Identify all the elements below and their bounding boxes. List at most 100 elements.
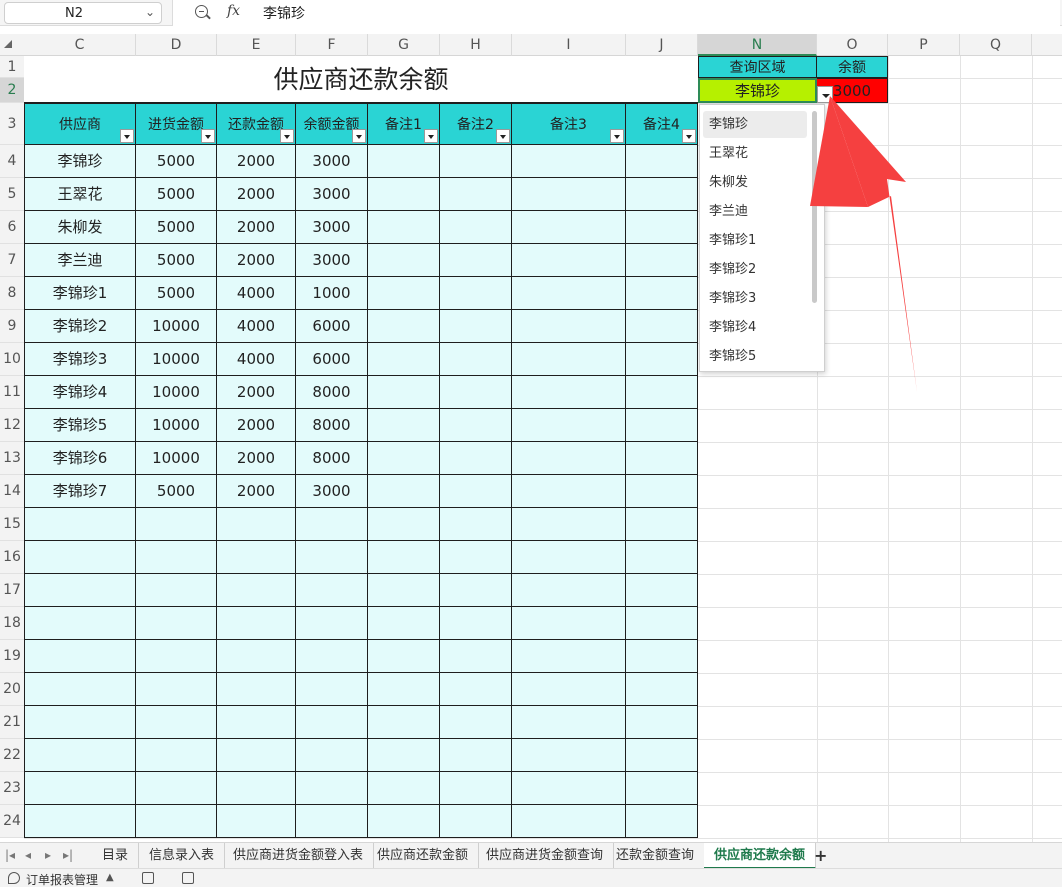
table-cell[interactable]: 李锦珍3 — [24, 343, 136, 376]
row-header[interactable]: 4 — [0, 145, 24, 178]
table-cell[interactable] — [217, 541, 296, 574]
table-cell[interactable] — [512, 277, 626, 310]
sheet-tab-active[interactable]: 供应商还款余额 — [704, 843, 817, 869]
table-cell[interactable] — [368, 244, 440, 277]
table-cell[interactable] — [626, 244, 698, 277]
macro-icon[interactable] — [8, 872, 20, 884]
table-cell[interactable] — [217, 508, 296, 541]
table-cell[interactable] — [626, 442, 698, 475]
table-cell[interactable] — [440, 343, 512, 376]
table-cell[interactable]: 6000 — [296, 343, 368, 376]
row-header[interactable]: 5 — [0, 178, 24, 211]
sheet-tab[interactable]: 供应商进货金额查询 — [476, 843, 615, 869]
row-header[interactable]: 8 — [0, 277, 24, 310]
table-cell[interactable] — [512, 475, 626, 508]
column-header-j[interactable]: J — [626, 34, 698, 56]
table-cell[interactable] — [512, 442, 626, 475]
table-cell[interactable]: 10000 — [136, 343, 217, 376]
table-cell[interactable] — [368, 739, 440, 772]
table-cell[interactable] — [512, 541, 626, 574]
sheet-tab[interactable]: 供应商还款金额 — [367, 843, 480, 869]
table-cell[interactable] — [626, 739, 698, 772]
table-cell[interactable] — [368, 805, 440, 838]
sidebar-toggle-icon[interactable] — [182, 872, 194, 884]
dropdown-option[interactable]: 李锦珍 — [703, 111, 807, 138]
table-cell[interactable] — [626, 706, 698, 739]
table-cell[interactable] — [512, 706, 626, 739]
table-cell[interactable] — [296, 772, 368, 805]
table-cell[interactable] — [626, 508, 698, 541]
formula-value[interactable]: 李锦珍 — [263, 3, 305, 23]
table-cell[interactable] — [512, 607, 626, 640]
filter-icon[interactable] — [424, 129, 438, 143]
table-cell[interactable] — [440, 574, 512, 607]
sheet-tab[interactable]: 目录 — [92, 843, 140, 869]
table-cell[interactable] — [440, 673, 512, 706]
table-cell[interactable] — [512, 376, 626, 409]
table-cell[interactable] — [626, 607, 698, 640]
table-cell[interactable]: 3000 — [296, 145, 368, 178]
table-cell[interactable] — [440, 211, 512, 244]
dropdown-option[interactable]: 李锦珍1 — [703, 227, 807, 254]
column-header-g[interactable]: G — [368, 34, 440, 56]
table-cell[interactable] — [440, 607, 512, 640]
table-cell[interactable] — [440, 706, 512, 739]
row-header[interactable]: 1 — [0, 56, 24, 78]
column-header-d[interactable]: D — [136, 34, 217, 56]
dropdown-option[interactable]: 李锦珍4 — [703, 314, 807, 341]
table-cell[interactable] — [296, 805, 368, 838]
table-cell[interactable] — [24, 805, 136, 838]
table-cell[interactable]: 3000 — [296, 178, 368, 211]
table-header-note2[interactable]: 备注2 — [440, 103, 512, 145]
table-cell[interactable] — [368, 343, 440, 376]
table-cell[interactable] — [217, 739, 296, 772]
table-cell[interactable] — [440, 178, 512, 211]
table-cell[interactable] — [368, 211, 440, 244]
filter-icon[interactable] — [496, 129, 510, 143]
table-cell[interactable] — [24, 640, 136, 673]
table-cell[interactable] — [440, 772, 512, 805]
table-cell[interactable] — [136, 673, 217, 706]
table-cell[interactable] — [512, 508, 626, 541]
row-header[interactable]: 2 — [0, 78, 24, 103]
table-cell[interactable] — [136, 508, 217, 541]
table-cell[interactable] — [24, 607, 136, 640]
row-header[interactable]: 6 — [0, 211, 24, 244]
balance-header[interactable]: 余额 — [817, 56, 888, 78]
table-cell[interactable] — [368, 607, 440, 640]
table-cell[interactable]: 王翠花 — [24, 178, 136, 211]
row-header[interactable]: 23 — [0, 772, 24, 805]
table-cell[interactable]: 2000 — [217, 376, 296, 409]
select-all-corner[interactable] — [4, 40, 12, 48]
row-header[interactable]: 20 — [0, 673, 24, 706]
table-cell[interactable]: 3000 — [296, 475, 368, 508]
row-header[interactable]: 11 — [0, 376, 24, 409]
column-header-f[interactable]: F — [296, 34, 368, 56]
status-label[interactable]: 订单报表管理 — [26, 871, 98, 888]
table-cell[interactable]: 4000 — [217, 277, 296, 310]
column-header-p[interactable]: P — [888, 34, 960, 56]
table-cell[interactable] — [136, 640, 217, 673]
table-cell[interactable]: 李锦珍6 — [24, 442, 136, 475]
query-area-header[interactable]: 查询区域 — [698, 56, 817, 78]
filter-icon[interactable] — [120, 129, 134, 143]
table-cell[interactable] — [136, 772, 217, 805]
table-cell[interactable] — [217, 673, 296, 706]
table-cell[interactable]: 2000 — [217, 178, 296, 211]
table-cell[interactable] — [440, 508, 512, 541]
caret-up-icon[interactable]: ▲ — [106, 872, 114, 883]
table-cell[interactable] — [368, 640, 440, 673]
table-cell[interactable] — [626, 343, 698, 376]
row-header[interactable]: 16 — [0, 541, 24, 574]
dropdown-option[interactable]: 李锦珍5 — [703, 343, 807, 370]
table-cell[interactable]: 5000 — [136, 178, 217, 211]
table-cell[interactable]: 3000 — [296, 244, 368, 277]
table-cell[interactable]: 李锦珍 — [24, 145, 136, 178]
row-header[interactable]: 12 — [0, 409, 24, 442]
column-header-q[interactable]: Q — [960, 34, 1032, 56]
table-cell[interactable]: 8000 — [296, 409, 368, 442]
row-header[interactable]: 3 — [0, 103, 24, 145]
table-cell[interactable] — [296, 607, 368, 640]
table-cell[interactable] — [512, 805, 626, 838]
table-cell[interactable]: 5000 — [136, 277, 217, 310]
